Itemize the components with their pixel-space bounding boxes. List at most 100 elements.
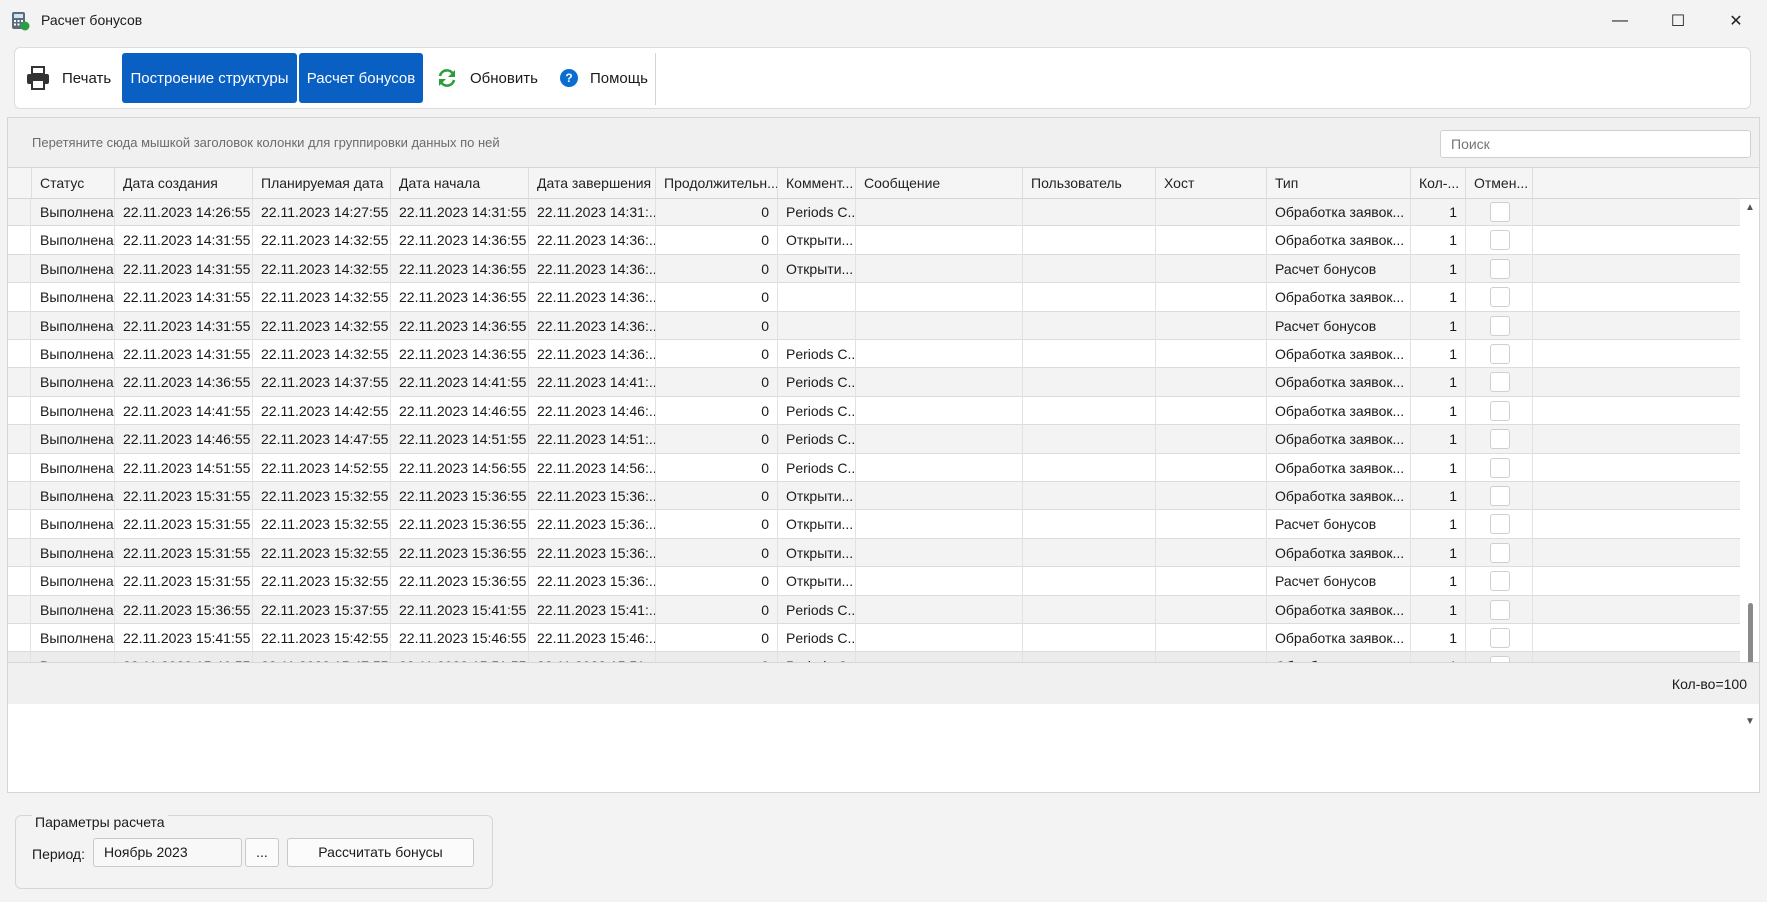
group-by-panel[interactable]: Перетяните сюда мышкой заголовок колонки… <box>8 118 1759 167</box>
row-indicator[interactable] <box>8 453 31 482</box>
search-input[interactable] <box>1440 130 1751 158</box>
table-cell: 22.11.2023 15:36:55 <box>391 482 529 511</box>
table-row[interactable]: Выполнена 22.11.2023 14:46:55 22.11.2023 1… <box>8 425 1740 454</box>
table-cell: 22.11.2023 14:32:55 <box>253 226 391 255</box>
row-indicator[interactable] <box>8 482 31 511</box>
scroll-down-icon[interactable]: ▼ <box>1745 717 1755 727</box>
cancel-checkbox[interactable] <box>1490 542 1510 563</box>
cancel-checkbox[interactable] <box>1490 599 1510 620</box>
scroll-up-icon[interactable]: ▲ <box>1745 203 1755 213</box>
help-label: Помощь <box>590 69 648 87</box>
column-header[interactable]: Тип <box>1267 168 1411 198</box>
cancel-checkbox[interactable] <box>1490 202 1510 222</box>
table-cell: Выполнена <box>32 538 115 568</box>
table-cell: Открыти... <box>778 482 856 511</box>
row-indicator[interactable] <box>8 538 31 568</box>
row-indicator[interactable] <box>8 340 31 369</box>
column-header[interactable]: Пользователь <box>1023 168 1156 198</box>
cancel-checkbox[interactable] <box>1490 514 1510 535</box>
table-cell: 1 <box>1411 425 1466 454</box>
column-header[interactable]: Кол-... <box>1411 168 1466 198</box>
column-header[interactable]: Дата создания <box>115 168 253 198</box>
table-cell: Periods C... <box>778 595 856 624</box>
table-row[interactable]: Выполнена 22.11.2023 14:51:55 22.11.2023 1… <box>8 453 1740 482</box>
column-header[interactable]: Коммент... <box>778 168 856 198</box>
column-header[interactable]: Статус <box>32 168 115 198</box>
row-indicator[interactable] <box>8 368 31 397</box>
row-indicator[interactable] <box>8 396 31 426</box>
cancel-checkbox[interactable] <box>1490 457 1510 478</box>
table-row[interactable]: Выполнена 22.11.2023 14:41:55 22.11.2023 1… <box>8 396 1740 426</box>
row-indicator[interactable] <box>8 595 31 624</box>
cancel-cell <box>1466 425 1533 454</box>
vertical-scrollbar[interactable]: ▲ ▼ <box>1741 199 1759 731</box>
cancel-checkbox[interactable] <box>1490 287 1510 308</box>
cancel-checkbox[interactable] <box>1490 315 1510 336</box>
cancel-checkbox[interactable] <box>1490 344 1510 364</box>
close-button[interactable]: ✕ <box>1707 0 1765 42</box>
column-header[interactable]: Продолжительн... <box>656 168 778 198</box>
cancel-checkbox[interactable] <box>1490 400 1510 421</box>
row-indicator[interactable] <box>8 425 31 454</box>
row-indicator[interactable] <box>8 567 31 596</box>
table-cell: 22.11.2023 14:32:55 <box>253 254 391 284</box>
table-row[interactable]: Выполнена 22.11.2023 14:31:55 22.11.2023 1… <box>8 340 1740 369</box>
table-row[interactable]: Выполнена 22.11.2023 14:31:55 22.11.2023 1… <box>8 254 1740 284</box>
cancel-checkbox[interactable] <box>1490 571 1510 592</box>
table-row[interactable]: Выполнена 22.11.2023 15:41:55 22.11.2023 1… <box>8 624 1740 653</box>
table-cell: Обработка заявок... <box>1267 226 1411 255</box>
table-cell: Выполнена <box>32 624 115 653</box>
maximize-button[interactable]: ☐ <box>1649 0 1707 42</box>
table-row[interactable]: Выполнена 22.11.2023 15:31:55 22.11.2023 1… <box>8 538 1740 568</box>
table-cell: Открыти... <box>778 254 856 284</box>
table-row[interactable]: Выполнена 22.11.2023 15:31:55 22.11.2023 1… <box>8 567 1740 596</box>
table-row[interactable]: Выполнена 22.11.2023 14:31:55 22.11.2023 1… <box>8 226 1740 255</box>
cancel-checkbox[interactable] <box>1490 486 1510 506</box>
table-cell: 22.11.2023 14:36:55 <box>115 368 253 397</box>
cancel-checkbox[interactable] <box>1490 429 1510 450</box>
calculate-bonuses-button[interactable]: Расчет бонусов <box>299 53 423 103</box>
table-cell: Обработка заявок... <box>1267 340 1411 369</box>
table-cell: 22.11.2023 14:31:55 <box>115 283 253 312</box>
table-row[interactable]: Выполнена 22.11.2023 14:31:55 22.11.2023 1… <box>8 311 1740 340</box>
help-button[interactable]: ? Помощь <box>560 53 670 103</box>
table-cell <box>1023 624 1156 653</box>
column-header[interactable]: Отмен... <box>1466 168 1533 198</box>
row-indicator[interactable] <box>8 283 31 312</box>
table-row[interactable]: Выполнена 22.11.2023 14:26:55 22.11.2023 1… <box>8 199 1740 227</box>
column-header[interactable]: Дата начала <box>391 168 529 198</box>
table-row[interactable]: Выполнена 22.11.2023 15:36:55 22.11.2023 1… <box>8 595 1740 624</box>
cancel-cell <box>1466 482 1533 511</box>
cancel-checkbox[interactable] <box>1490 628 1510 648</box>
table-row[interactable]: Выполнена 22.11.2023 15:31:55 22.11.2023 1… <box>8 510 1740 539</box>
minimize-button[interactable]: — <box>1591 0 1649 42</box>
build-structure-button[interactable]: Построение структуры <box>122 53 297 103</box>
period-picker-button[interactable]: ... <box>245 838 279 867</box>
row-indicator[interactable] <box>8 199 31 227</box>
table-cell <box>778 311 856 340</box>
print-button[interactable]: Печать <box>25 53 125 103</box>
header-indicator-cell <box>8 168 32 198</box>
row-indicator[interactable] <box>8 311 31 340</box>
cancel-cell <box>1466 396 1533 426</box>
row-indicator[interactable] <box>8 624 31 653</box>
table-row[interactable]: Выполнена 22.11.2023 14:36:55 22.11.2023 1… <box>8 368 1740 397</box>
calculate-bonuses-params-button[interactable]: Рассчитать бонусы <box>287 838 474 867</box>
column-header[interactable]: Хост <box>1156 168 1267 198</box>
column-header[interactable]: Сообщение <box>856 168 1023 198</box>
table-cell: 0 <box>656 340 778 369</box>
period-field[interactable]: Ноябрь 2023 <box>93 838 242 867</box>
table-cell <box>1023 283 1156 312</box>
column-header[interactable]: Планируемая дата <box>253 168 391 198</box>
table-row[interactable]: Выполнена 22.11.2023 14:31:55 22.11.2023 1… <box>8 283 1740 312</box>
cancel-checkbox[interactable] <box>1490 372 1510 393</box>
row-indicator[interactable] <box>8 226 31 255</box>
row-indicator[interactable] <box>8 510 31 539</box>
table-row[interactable]: Выполнена 22.11.2023 15:31:55 22.11.2023 1… <box>8 482 1740 511</box>
cancel-checkbox[interactable] <box>1490 230 1510 251</box>
cancel-checkbox[interactable] <box>1490 258 1510 279</box>
refresh-button[interactable]: Обновить <box>436 53 546 103</box>
table-cell: 22.11.2023 14:31:55 <box>115 254 253 284</box>
row-indicator[interactable] <box>8 254 31 284</box>
column-header[interactable]: Дата завершения <box>529 168 656 198</box>
